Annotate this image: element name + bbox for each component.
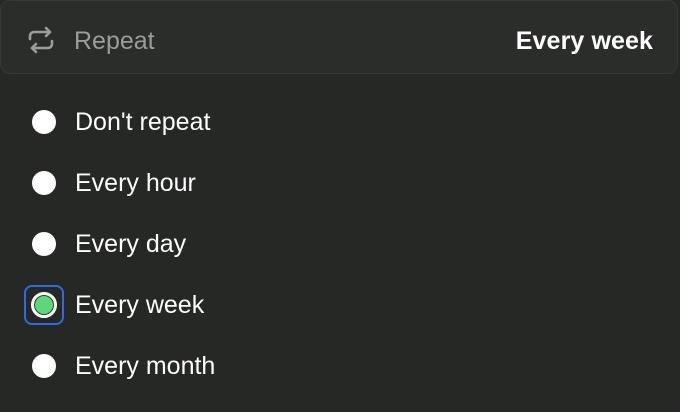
radio-button[interactable] <box>24 102 64 142</box>
radio-button[interactable] <box>24 346 64 386</box>
repeat-label: Repeat <box>74 27 155 55</box>
option-dont-repeat[interactable]: Don't repeat <box>24 102 644 142</box>
radio-button-selected[interactable] <box>24 285 64 325</box>
option-every-month[interactable]: Every month <box>24 346 644 386</box>
radio-button[interactable] <box>24 224 64 264</box>
option-every-week[interactable]: Every week <box>24 285 644 325</box>
repeat-current-value: Every week <box>515 27 653 55</box>
repeat-picker: Repeat Every week Don't repeat Every hou… <box>0 0 680 412</box>
option-label: Don't repeat <box>75 108 211 136</box>
radio-button[interactable] <box>24 163 64 203</box>
option-label: Every week <box>75 291 205 319</box>
repeat-icon <box>28 26 54 54</box>
repeat-header[interactable]: Repeat Every week <box>0 0 678 74</box>
option-label: Every day <box>75 230 187 258</box>
option-label: Every month <box>75 352 216 380</box>
option-every-day[interactable]: Every day <box>24 224 644 264</box>
option-label: Every hour <box>75 169 196 197</box>
option-every-hour[interactable]: Every hour <box>24 163 644 203</box>
